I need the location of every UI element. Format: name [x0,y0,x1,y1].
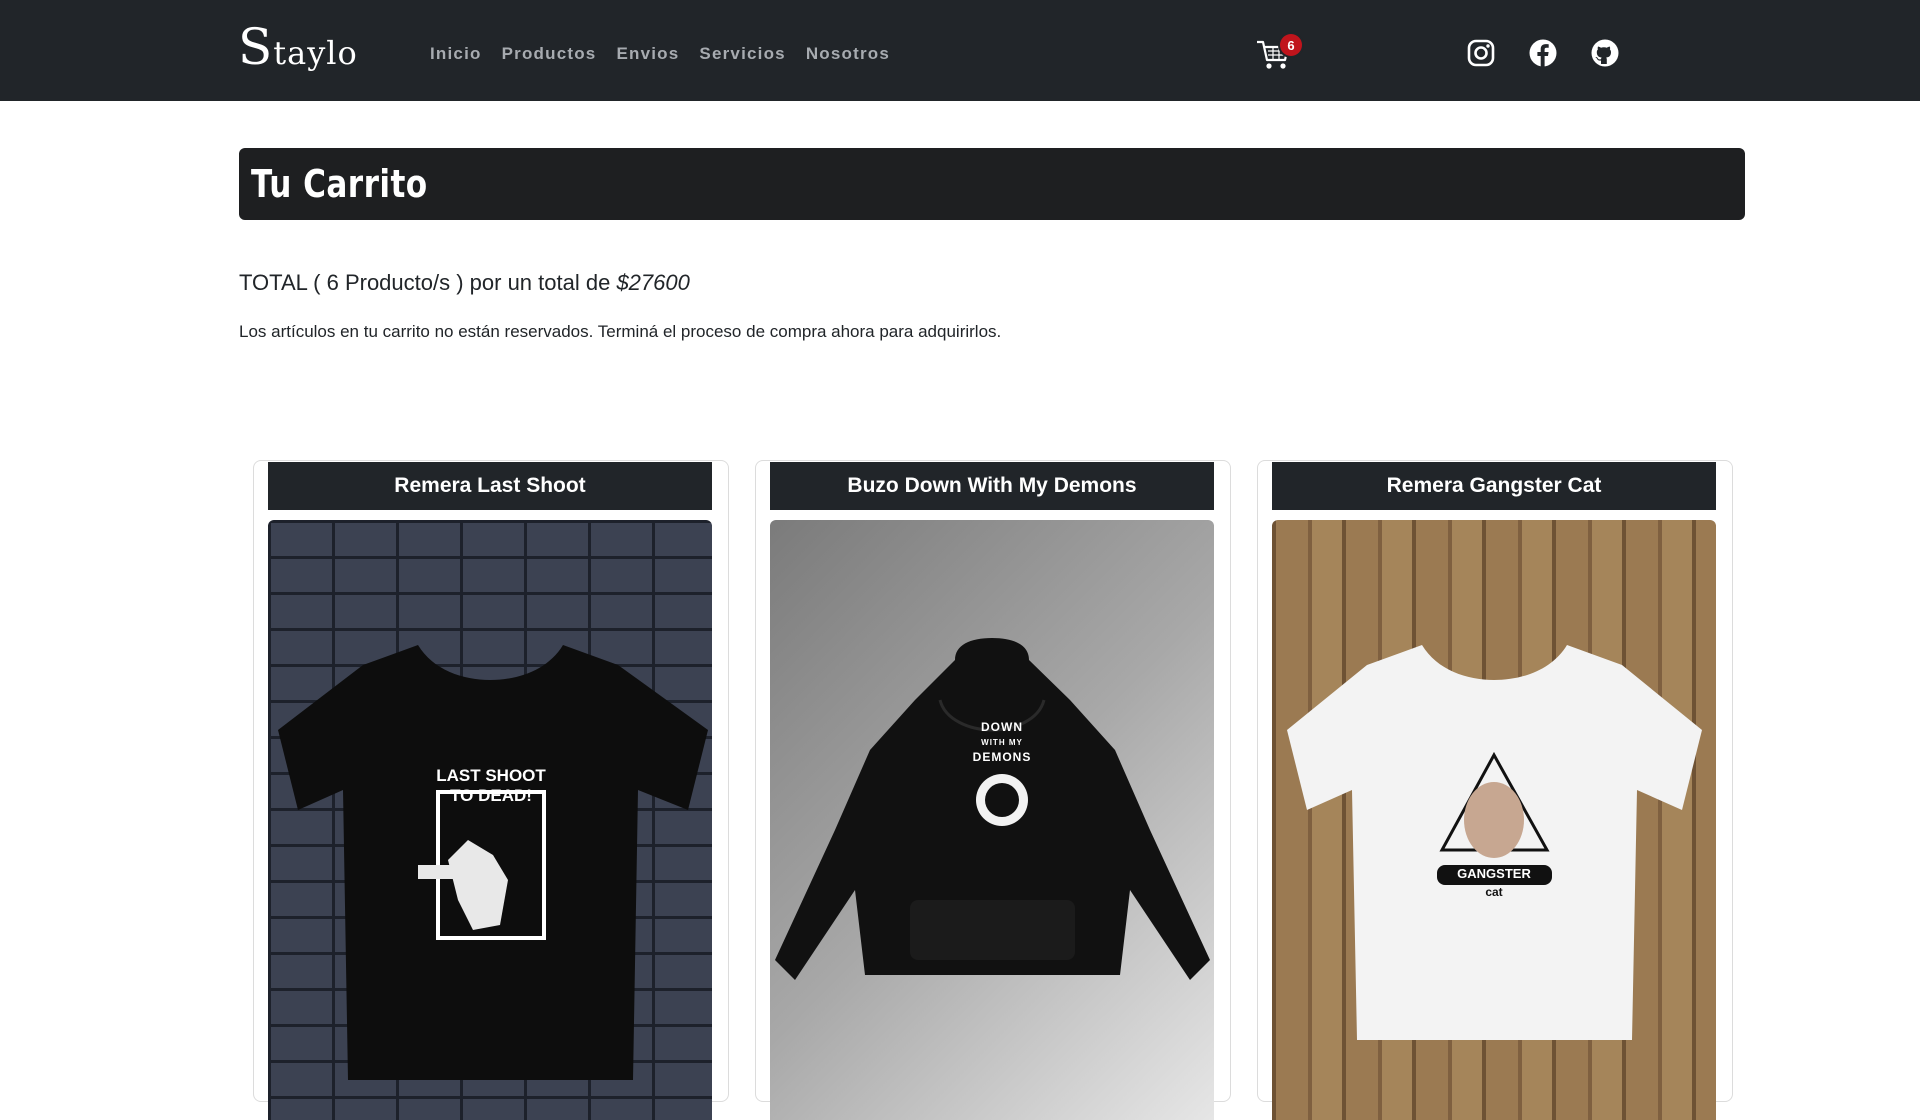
total-prefix: TOTAL ( 6 Producto/s ) por un total de [239,270,617,295]
hoodie-icon [775,638,1210,980]
hoodie-print-text: DOWN WITH MY DEMONS [972,720,1032,764]
navbar: Staylo Inicio Productos Envios Servicios… [0,0,1920,101]
instagram-link[interactable] [1466,38,1496,68]
cart-total-summary: TOTAL ( 6 Producto/s ) por un total de $… [239,270,690,296]
github-link[interactable] [1590,38,1620,68]
shirt-print-text: LAST SHOOT TO DEAD! [436,766,546,805]
product-image[interactable]: GANGSTER cat [1272,520,1716,1120]
github-icon [1591,39,1619,67]
product-card: Remera Last Shoot LAST SHOOT TO DEAD! [253,460,729,1120]
facebook-link[interactable] [1528,38,1558,68]
nav-link-productos[interactable]: Productos [502,44,597,64]
product-card: Buzo Down With My Demons DOWN WITH MY DE… [755,460,1231,1120]
product-title: Buzo Down With My Demons [770,462,1214,510]
tshirt-icon [278,645,708,1080]
brand-logo[interactable]: Staylo [238,18,358,76]
product-card: Remera Gangster Cat GANGSTER cat [1257,460,1733,1120]
nav-link-nosotros[interactable]: Nosotros [806,44,890,64]
reservation-notice: Los artículos en tu carrito no están res… [239,322,1002,341]
nav-links: Inicio Productos Envios Servicios Nosotr… [430,44,910,64]
nav-link-servicios[interactable]: Servicios [699,44,785,64]
cart-title-banner: Tu Carrito [239,148,1745,220]
total-amount: $27600 [616,270,690,295]
facebook-icon [1529,39,1557,67]
brand-name: taylo [273,34,358,72]
product-image[interactable]: DOWN WITH MY DEMONS [770,520,1214,1120]
page-title: Tu Carrito [251,162,428,206]
shirt-print-text: GANGSTER cat [1457,866,1531,899]
instagram-icon [1467,39,1495,67]
product-image[interactable]: LAST SHOOT TO DEAD! [268,520,712,1120]
tshirt-icon [1287,645,1702,1040]
cart-count-badge: 6 [1280,34,1302,56]
product-title: Remera Last Shoot [268,462,712,510]
brand-initial: S [238,18,274,76]
nav-link-envios[interactable]: Envios [616,44,679,64]
nav-link-inicio[interactable]: Inicio [430,44,482,64]
product-title: Remera Gangster Cat [1272,462,1716,510]
cart-button[interactable]: 6 [1255,34,1302,72]
